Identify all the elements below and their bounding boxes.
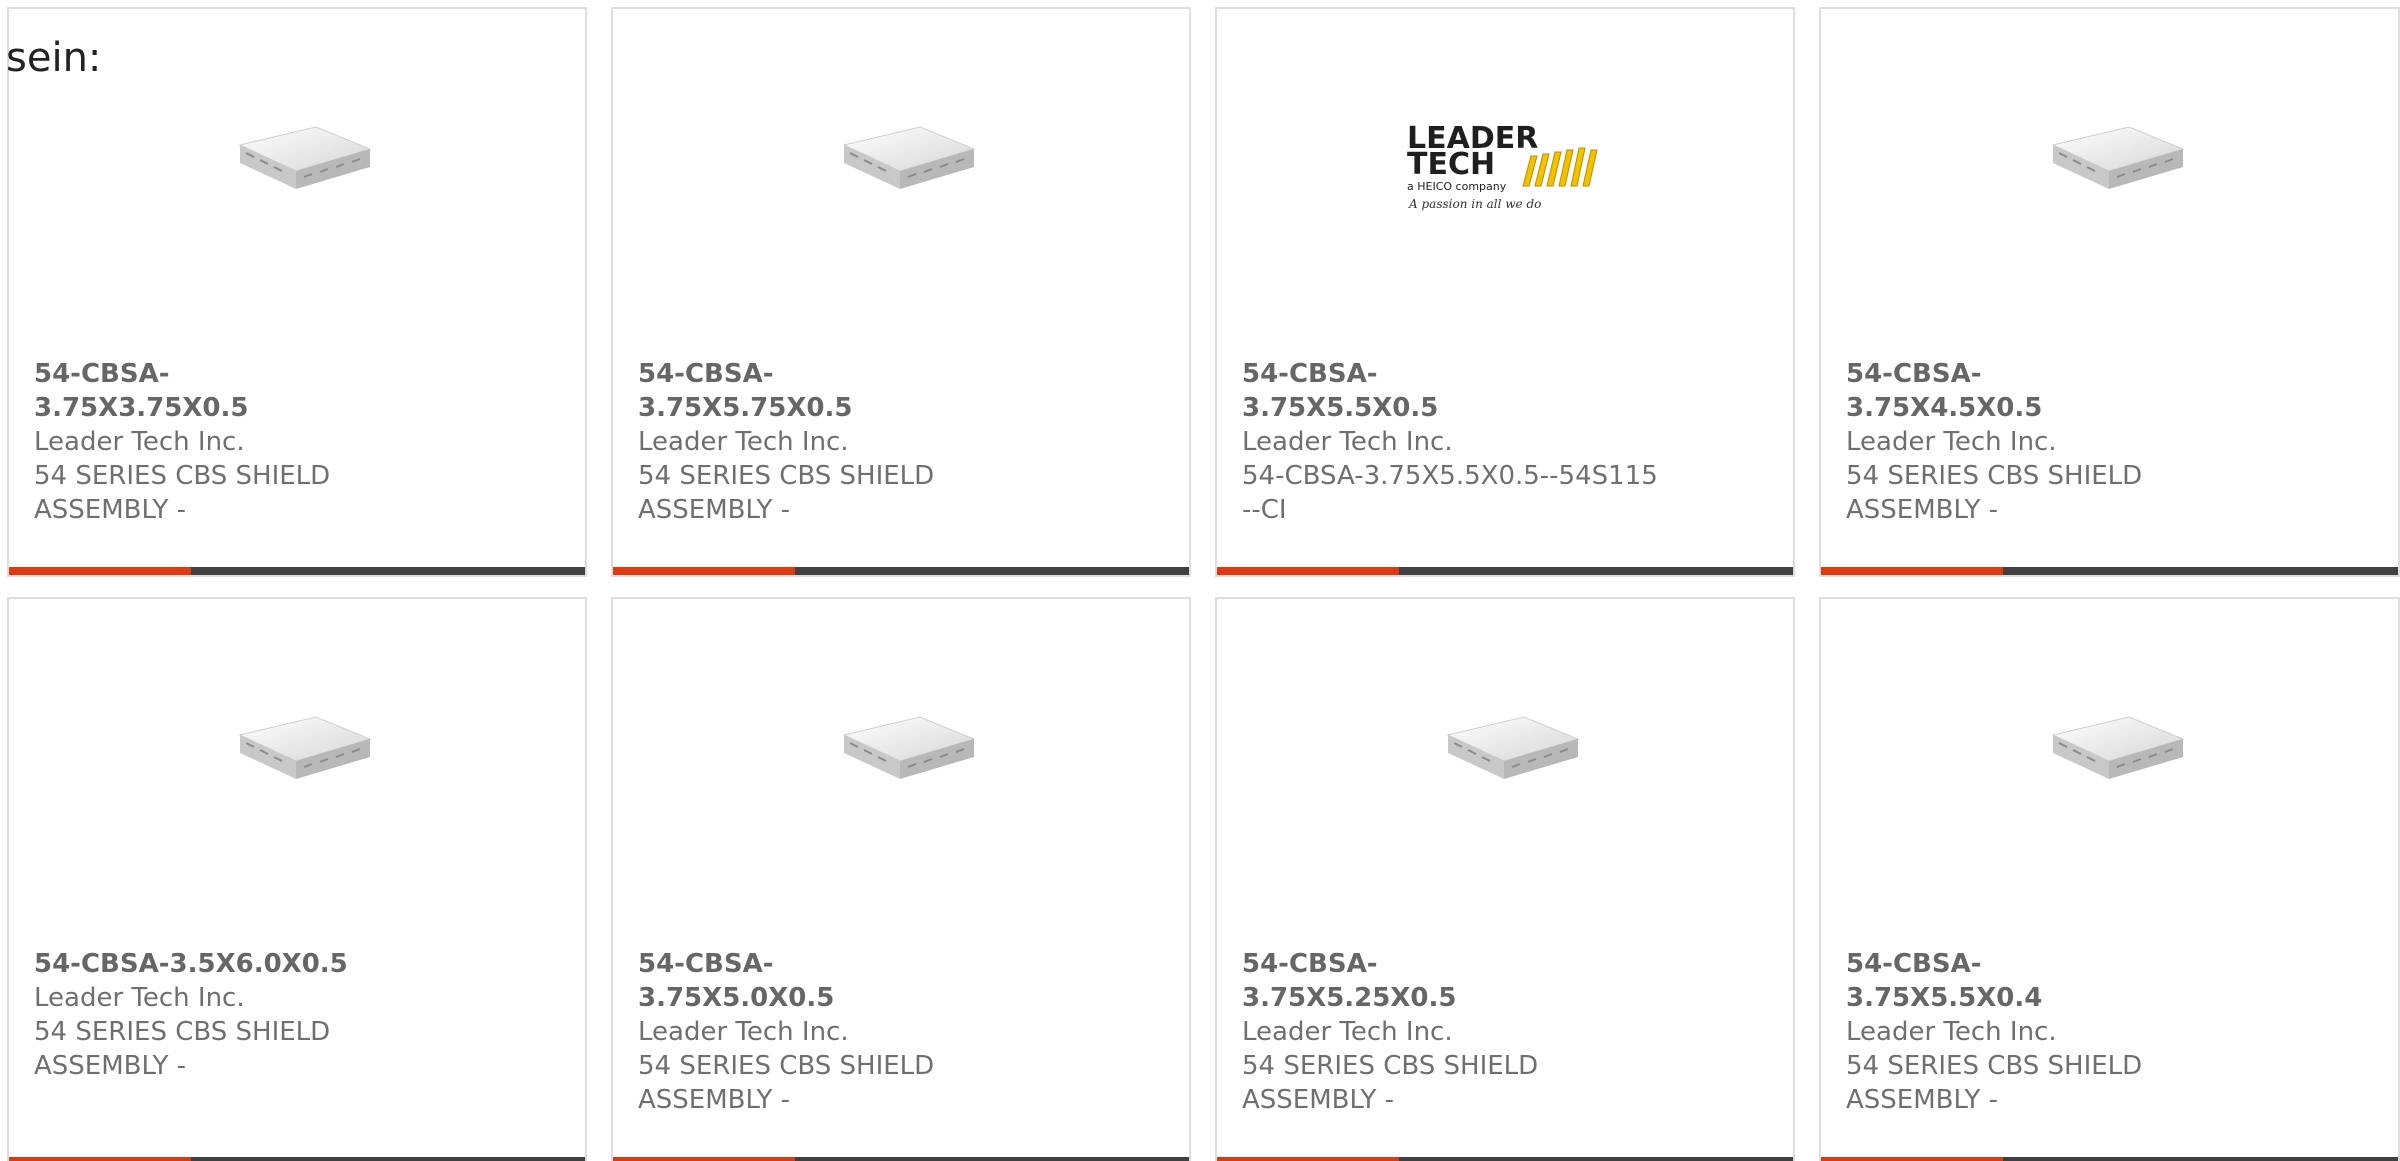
product-description: 54-CBSA-3.75X5.5X0.5--54S115--CI	[1242, 461, 1658, 525]
product-image[interactable]	[1821, 694, 2398, 824]
product-part-number[interactable]: 54-CBSA-3.75X5.5X0.4	[1846, 947, 2176, 1015]
card-accent-bar	[1217, 567, 1399, 575]
card-bottom-bar	[1821, 567, 2398, 575]
card-accent-bar	[1217, 1157, 1399, 1161]
product-description: 54 SERIES CBS SHIELD ASSEMBLY -	[34, 461, 331, 525]
shield-icon	[2050, 126, 2185, 189]
product-part-number[interactable]: 54-CBSA-3.75X5.25X0.5	[1242, 947, 1572, 1015]
product-card[interactable]: 54-CBSA-3.75X3.75X0.5 Leader Tech Inc. 5…	[7, 7, 587, 577]
product-manufacturer: Leader Tech Inc.	[34, 427, 245, 457]
product-card[interactable]: 54-CBSA-3.5X6.0X0.5 Leader Tech Inc. 54 …	[7, 597, 587, 1161]
product-part-number[interactable]: 54-CBSA-3.75X5.75X0.5	[638, 357, 968, 425]
product-manufacturer: Leader Tech Inc.	[1846, 1017, 2057, 1047]
product-part-number[interactable]: 54-CBSA-3.75X5.0X0.5	[638, 947, 968, 1015]
card-bottom-bar	[1217, 567, 1793, 575]
logo-tagline-passion: A passion in all we do	[1408, 197, 1541, 211]
product-info: 54-CBSA-3.75X5.5X0.4 Leader Tech Inc. 54…	[1846, 947, 2176, 1117]
product-part-number[interactable]: 54-CBSA-3.75X3.75X0.5	[34, 357, 364, 425]
shield-icon	[238, 716, 372, 779]
product-description: 54 SERIES CBS SHIELD ASSEMBLY -	[1242, 1051, 1539, 1115]
card-bottom-bar	[613, 1157, 1189, 1161]
logo-tagline-heico: a HEICO company	[1407, 180, 1507, 193]
product-image[interactable]	[1217, 694, 1793, 824]
product-manufacturer: Leader Tech Inc.	[1846, 427, 2057, 457]
product-manufacturer: Leader Tech Inc.	[638, 1017, 849, 1047]
logo-word-tech: TECH	[1407, 147, 1495, 182]
shield-icon	[842, 126, 976, 189]
product-card[interactable]: LEADER TECH a HEICO company A passion in…	[1215, 7, 1795, 577]
product-part-number[interactable]: 54-CBSA-3.75X5.5X0.5	[1242, 357, 1572, 425]
shield-icon	[2050, 716, 2185, 779]
product-description: 54 SERIES CBS SHIELD ASSEMBLY -	[638, 1051, 935, 1115]
product-manufacturer: Leader Tech Inc.	[1242, 1017, 1453, 1047]
product-description: 54 SERIES CBS SHIELD ASSEMBLY -	[638, 461, 935, 525]
product-manufacturer: Leader Tech Inc.	[638, 427, 849, 457]
product-info: 54-CBSA-3.5X6.0X0.5 Leader Tech Inc. 54 …	[34, 947, 364, 1083]
card-bottom-bar	[9, 567, 585, 575]
product-info: 54-CBSA-3.75X4.5X0.5 Leader Tech Inc. 54…	[1846, 357, 2176, 527]
product-info: 54-CBSA-3.75X3.75X0.5 Leader Tech Inc. 5…	[34, 357, 364, 527]
product-description: 54 SERIES CBS SHIELD ASSEMBLY -	[1846, 1051, 2143, 1115]
card-accent-bar	[1821, 567, 2003, 575]
product-image[interactable]	[613, 694, 1189, 824]
card-bottom-bar	[613, 567, 1189, 575]
product-card[interactable]: 54-CBSA-3.75X4.5X0.5 Leader Tech Inc. 54…	[1819, 7, 2400, 577]
product-card[interactable]: 54-CBSA-3.75X5.0X0.5 Leader Tech Inc. 54…	[611, 597, 1191, 1161]
shield-icon	[1446, 716, 1580, 779]
product-image[interactable]	[613, 104, 1189, 234]
product-info: 54-CBSA-3.75X5.25X0.5 Leader Tech Inc. 5…	[1242, 947, 1572, 1117]
card-bottom-bar	[9, 1157, 585, 1161]
product-image[interactable]: LEADER TECH a HEICO company A passion in…	[1217, 104, 1793, 234]
card-accent-bar	[1821, 1157, 2003, 1161]
product-image[interactable]	[1821, 104, 2398, 234]
product-info: 54-CBSA-3.75X5.75X0.5 Leader Tech Inc. 5…	[638, 357, 968, 527]
product-image[interactable]	[9, 104, 585, 234]
card-accent-bar	[613, 1157, 795, 1161]
card-accent-bar	[613, 567, 795, 575]
product-grid-page: sein: 54-CBSA-3.75X3.75X0.5 Leader Tech …	[0, 0, 2400, 1161]
product-card[interactable]: 54-CBSA-3.75X5.5X0.4 Leader Tech Inc. 54…	[1819, 597, 2400, 1161]
product-card[interactable]: 54-CBSA-3.75X5.75X0.5 Leader Tech Inc. 5…	[611, 7, 1191, 577]
card-bottom-bar	[1217, 1157, 1793, 1161]
shield-icon	[238, 126, 372, 189]
product-part-number[interactable]: 54-CBSA-3.5X6.0X0.5	[34, 947, 364, 981]
leader-tech-logo-icon: LEADER TECH a HEICO company A passion in…	[1407, 121, 1598, 211]
product-info: 54-CBSA-3.75X5.0X0.5 Leader Tech Inc. 54…	[638, 947, 968, 1117]
card-bottom-bar	[1821, 1157, 2398, 1161]
product-manufacturer: Leader Tech Inc.	[34, 983, 245, 1013]
product-description: 54 SERIES CBS SHIELD ASSEMBLY -	[34, 1017, 331, 1081]
product-manufacturer: Leader Tech Inc.	[1242, 427, 1453, 457]
product-info: 54-CBSA-3.75X5.5X0.5 Leader Tech Inc. 54…	[1242, 357, 1658, 527]
card-accent-bar	[9, 1157, 191, 1161]
intro-text: sein:	[6, 35, 102, 81]
product-description: 54 SERIES CBS SHIELD ASSEMBLY -	[1846, 461, 2143, 525]
card-accent-bar	[9, 567, 191, 575]
product-part-number[interactable]: 54-CBSA-3.75X4.5X0.5	[1846, 357, 2176, 425]
product-card[interactable]: 54-CBSA-3.75X5.25X0.5 Leader Tech Inc. 5…	[1215, 597, 1795, 1161]
shield-icon	[842, 716, 976, 779]
product-image[interactable]	[9, 694, 585, 824]
